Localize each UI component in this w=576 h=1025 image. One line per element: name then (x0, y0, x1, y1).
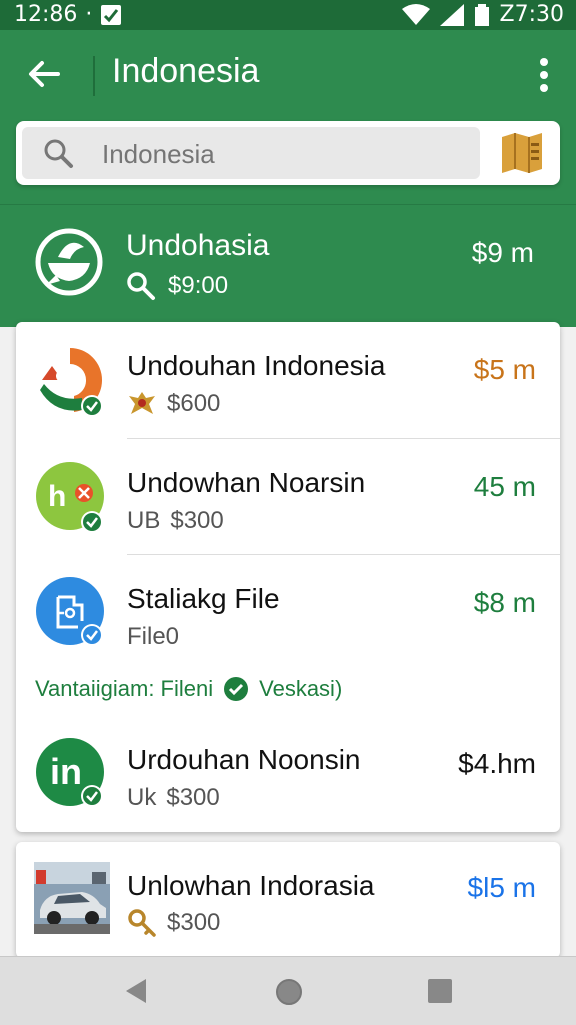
search-small-icon (127, 272, 155, 300)
item-distance: $l5 m (467, 872, 536, 903)
item-subtitle: Uk $300 (127, 784, 220, 812)
featured-location[interactable]: Undohasia $9:00 $9 m (0, 204, 576, 327)
item-distance: 45 m (473, 471, 536, 502)
item-code: Uk (127, 784, 157, 811)
item-subtitle: File0 (127, 623, 179, 651)
item-title: Urdouhan Noonsin (127, 744, 361, 775)
item-distance: $5 m (473, 354, 536, 385)
item-title: Unlowhan Indorasia (127, 870, 375, 901)
more-vert-icon[interactable] (538, 56, 550, 96)
item-code: UB (127, 507, 161, 534)
location-logo-icon (35, 228, 103, 296)
item-title: Staliakg File (127, 583, 280, 614)
item-price: $600 (167, 390, 221, 417)
item-subtitle: $600 (127, 390, 220, 418)
search-region (0, 100, 576, 204)
featured-name: Undohasia (126, 229, 270, 262)
featured-distance: $9 m (471, 237, 534, 268)
item-distance: $4.hm (458, 748, 536, 779)
item-price: $300 (170, 507, 224, 534)
key-icon (128, 909, 156, 937)
status-dot: · (85, 2, 93, 27)
nav-recents-icon[interactable] (428, 979, 452, 1003)
item-subtitle: UB $300 (127, 507, 224, 535)
search-icon (44, 139, 73, 168)
status-bar: 12:86 · Z7:30 (0, 0, 576, 30)
place-avatar-icon (40, 348, 103, 416)
app-bar-divider (93, 56, 95, 96)
avatar-text: h (48, 480, 66, 513)
list-item[interactable]: Unlowhan Indorasia $300 $l5 m (16, 842, 560, 958)
car-photo (34, 862, 110, 934)
place-avatar-icon: h (36, 462, 104, 533)
featured-price: $9:00 (168, 272, 229, 299)
item-subtitle: $300 (127, 908, 220, 938)
results-card: Undouhan Indonesia $600 $5 m h Undowhan … (16, 322, 560, 832)
place-avatar: h (34, 460, 106, 533)
map-icon[interactable] (500, 133, 544, 173)
nav-home-icon[interactable] (275, 978, 303, 1006)
place-avatar-icon: in (36, 738, 104, 807)
item-title: Undouhan Indonesia (127, 350, 386, 381)
notification-icon (101, 4, 122, 25)
results-card-2: Unlowhan Indorasia $300 $l5 m (16, 842, 560, 958)
battery-icon (474, 3, 489, 26)
emblem-icon (129, 392, 155, 414)
search-card (16, 121, 560, 185)
status-clock: Z7:30 (499, 2, 564, 27)
item-price: $300 (167, 909, 221, 936)
nav-back-icon[interactable] (124, 977, 148, 1005)
signal-icon (439, 3, 464, 26)
search-box[interactable] (22, 127, 480, 179)
verified-note-status: Veskasi) (259, 676, 343, 701)
list-item[interactable]: in Urdouhan Noonsin Uk $300 $4.hm (16, 720, 560, 832)
avatar-text: in (50, 751, 82, 792)
item-file-label: File0 (127, 623, 180, 650)
search-input[interactable] (100, 135, 464, 173)
list-item[interactable]: Undouhan Indonesia $600 $5 m (16, 322, 560, 438)
item-distance: $8 m (473, 587, 536, 618)
file-avatar-icon (36, 577, 104, 646)
wifi-icon (401, 3, 430, 25)
page-title: Indonesia (112, 52, 260, 90)
featured-subline: $9:00 (126, 271, 228, 301)
list-item[interactable]: Staliakg File File0 $8 m (16, 555, 560, 665)
verified-note: Vantaiigiam: Fileni Veskasi) (35, 676, 342, 702)
item-price: $300 (166, 784, 220, 811)
verified-note-label: Vantaiigiam: Fileni (35, 676, 214, 701)
list-item[interactable]: h Undowhan Noarsin UB $300 45 m (16, 439, 560, 554)
system-nav-bar (0, 956, 576, 1025)
item-title: Undowhan Noarsin (127, 467, 366, 498)
place-avatar: in (34, 736, 106, 808)
check-circle-icon (224, 677, 249, 701)
status-time: 12:86 (14, 2, 78, 27)
back-arrow-icon[interactable] (24, 54, 64, 94)
